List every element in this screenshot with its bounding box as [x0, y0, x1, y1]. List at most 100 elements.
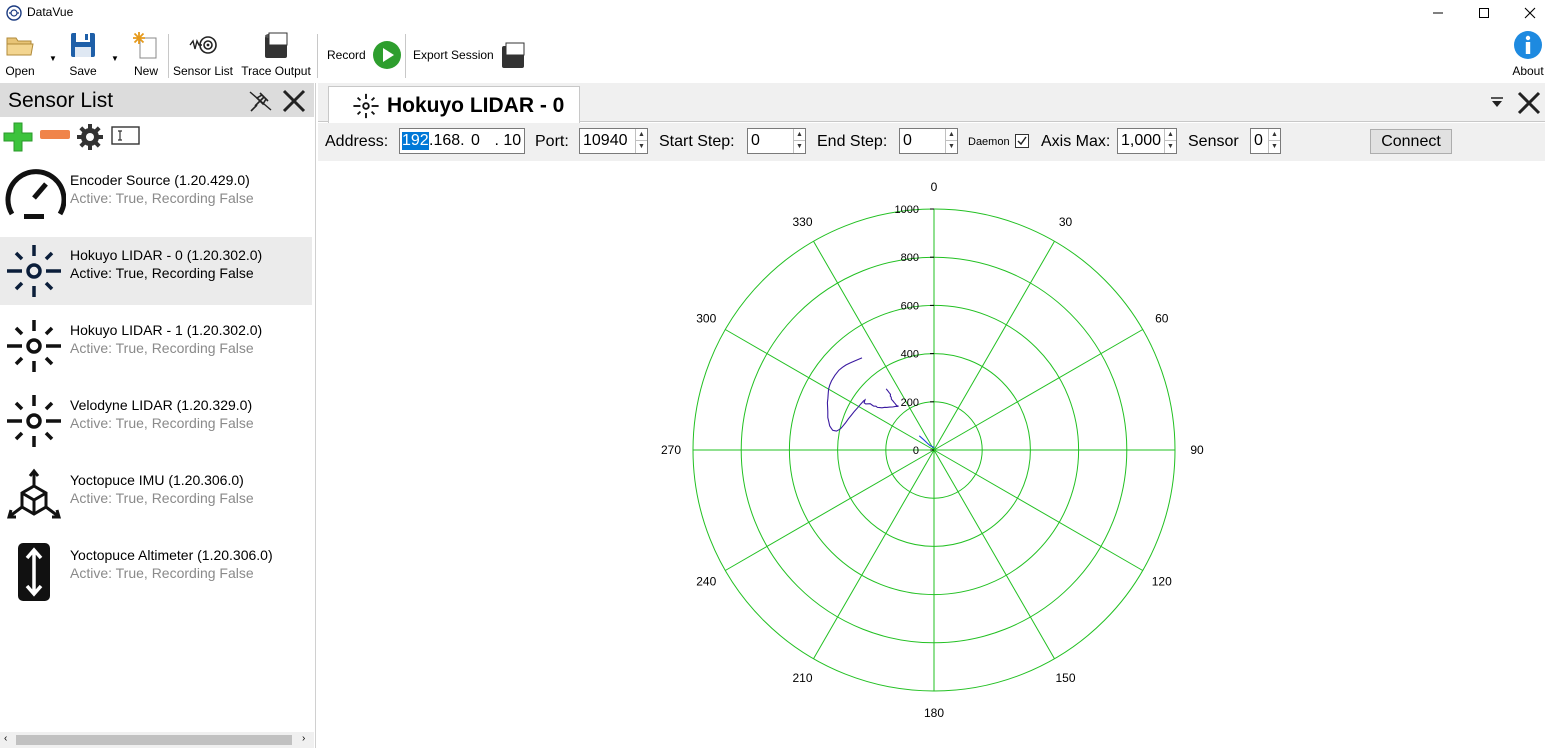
sensor-list-button[interactable]: Sensor List	[172, 30, 234, 80]
gauge-icon	[5, 169, 66, 219]
sensor-list-tools	[0, 118, 314, 152]
close-panel-icon[interactable]	[281, 88, 307, 114]
sensor-name: Velodyne LIDAR (1.20.329.0)	[70, 397, 253, 413]
about-button[interactable]: About	[1508, 30, 1545, 80]
spin-up-icon[interactable]: ▲	[1165, 129, 1176, 141]
polar-grid-spoke	[725, 329, 935, 451]
sensor-name: Yoctopuce IMU (1.20.306.0)	[70, 472, 244, 488]
angle-tick-label: 30	[1059, 215, 1073, 229]
gear-icon[interactable]	[75, 122, 105, 152]
maximize-icon	[1479, 8, 1489, 18]
tab-list-dropdown-icon[interactable]	[1490, 95, 1504, 109]
polar-grid-spoke	[933, 449, 1055, 659]
address-octet-2[interactable]: .168.	[429, 132, 465, 150]
axis-max-stepper[interactable]: 1,000 ▲ ▼	[1117, 128, 1177, 154]
spin-down-icon[interactable]: ▼	[794, 141, 805, 153]
port-stepper[interactable]: 10940 ▲ ▼	[579, 128, 648, 154]
remove-sensor-icon[interactable]	[39, 128, 71, 142]
polar-grid-spoke	[933, 449, 1143, 571]
new-document-icon	[133, 32, 157, 59]
record-label: Record	[327, 48, 366, 62]
address-input[interactable]: 192 .168. 0 . 10	[399, 128, 525, 154]
save-dropdown-icon[interactable]: ▼	[111, 54, 119, 63]
horizontal-scrollbar[interactable]: ‹ ›	[0, 732, 314, 748]
sensor-status: Active: True, Recording False	[70, 340, 254, 356]
end-step-value: 0	[903, 132, 912, 149]
unpin-icon[interactable]	[247, 88, 275, 114]
sensor-status: Active: True, Recording False	[70, 190, 254, 206]
sensor-item-velodyne-lidar[interactable]: Velodyne LIDAR (1.20.329.0) Active: True…	[0, 387, 312, 455]
angle-tick-label: 90	[1190, 443, 1204, 457]
floppy-disk-icon	[71, 33, 95, 57]
new-button[interactable]: New	[131, 30, 161, 80]
lidar-icon	[7, 320, 61, 372]
axis-max-value: 1,000	[1121, 132, 1162, 149]
spin-up-icon[interactable]: ▲	[946, 129, 957, 141]
export-session-label: Export Session	[413, 48, 494, 62]
toolbar-separator	[317, 34, 318, 78]
about-label: About	[1512, 64, 1544, 78]
angle-tick-label: 150	[1055, 671, 1075, 685]
spin-up-icon[interactable]: ▲	[794, 129, 805, 141]
minimize-icon	[1433, 12, 1443, 14]
sensor-item-encoder-source[interactable]: Encoder Source (1.20.429.0) Active: True…	[0, 162, 312, 230]
maximize-button[interactable]	[1461, 0, 1507, 26]
spin-down-icon[interactable]: ▼	[946, 141, 957, 153]
sensor-item-hokuyo-lidar-0[interactable]: Hokuyo LIDAR - 0 (1.20.302.0) Active: Tr…	[0, 237, 312, 305]
export-session-button[interactable]: Export Session	[413, 40, 528, 70]
sensor-item-hokuyo-lidar-1[interactable]: Hokuyo LIDAR - 1 (1.20.302.0) Active: Tr…	[0, 312, 312, 380]
sensor-item-yoctopuce-altimeter[interactable]: Yoctopuce Altimeter (1.20.306.0) Active:…	[0, 537, 312, 605]
title-bar: DataVue	[0, 0, 1545, 26]
angle-tick-label: 330	[792, 215, 812, 229]
spin-up-icon[interactable]: ▲	[636, 129, 647, 141]
sensor-label: Sensor	[1188, 133, 1239, 150]
polar-chart: 0 30 60 90 120 150 180 210 240 270 300 330 0 200 400 60…	[661, 180, 1204, 720]
daemon-checkbox[interactable]	[1015, 134, 1029, 148]
angle-tick-label: 120	[1152, 575, 1172, 589]
spin-down-icon[interactable]: ▼	[1165, 141, 1176, 153]
spin-up-icon[interactable]: ▲	[1269, 129, 1280, 141]
port-label: Port:	[535, 133, 569, 150]
daemon-label: Daemon	[968, 136, 1010, 148]
spin-down-icon[interactable]: ▼	[636, 141, 647, 153]
save-button[interactable]: Save	[68, 30, 98, 80]
end-step-stepper[interactable]: 0 ▲ ▼	[899, 128, 958, 154]
open-dropdown-icon[interactable]: ▼	[49, 54, 57, 63]
trace-output-button[interactable]: Trace Output	[241, 30, 311, 80]
sensor-stepper[interactable]: 0 ▲ ▼	[1250, 128, 1281, 154]
axis-max-label: Axis Max:	[1041, 133, 1111, 150]
database-icon	[265, 32, 288, 58]
end-step-label: End Step:	[817, 133, 888, 150]
connect-button[interactable]: Connect	[1370, 129, 1452, 154]
database-export-icon	[501, 42, 525, 68]
sensor-list-label: Sensor List	[172, 64, 234, 78]
close-tab-icon[interactable]	[1516, 90, 1542, 116]
radial-tick-label: 0	[913, 445, 919, 457]
tab-title: Hokuyo LIDAR - 0	[387, 94, 565, 117]
sensor-name: Hokuyo LIDAR - 1 (1.20.302.0)	[70, 322, 263, 338]
polar-grid-spoke	[725, 449, 935, 571]
minimize-button[interactable]	[1415, 0, 1461, 26]
add-sensor-icon[interactable]	[2, 121, 34, 153]
open-button[interactable]: Open	[4, 30, 36, 80]
scroll-left-icon[interactable]: ‹	[4, 733, 7, 744]
address-octet-1[interactable]: 192	[402, 132, 429, 150]
info-icon	[1514, 31, 1542, 59]
scrollbar-thumb[interactable]	[16, 735, 292, 745]
address-octet-3[interactable]: 0	[471, 132, 480, 150]
sensor-name: Yoctopuce Altimeter (1.20.306.0)	[70, 547, 273, 563]
record-button[interactable]: Record	[327, 40, 402, 70]
rename-icon[interactable]	[111, 125, 141, 147]
sensor-status: Active: True, Recording False	[70, 565, 254, 581]
sensor-item-yoctopuce-imu[interactable]: Yoctopuce IMU (1.20.306.0) Active: True,…	[0, 462, 312, 530]
trace-output-label: Trace Output	[241, 64, 311, 78]
altimeter-icon	[18, 543, 50, 601]
scroll-right-icon[interactable]: ›	[302, 733, 305, 744]
close-window-button[interactable]	[1507, 0, 1545, 26]
angle-tick-label: 210	[792, 671, 812, 685]
radial-tick-label: 1000	[895, 204, 919, 216]
start-step-stepper[interactable]: 0 ▲ ▼	[747, 128, 806, 154]
tab-hokuyo-lidar-0[interactable]: Hokuyo LIDAR - 0	[328, 86, 580, 123]
address-octet-4[interactable]: . 10	[490, 132, 521, 150]
spin-down-icon[interactable]: ▼	[1269, 141, 1280, 153]
